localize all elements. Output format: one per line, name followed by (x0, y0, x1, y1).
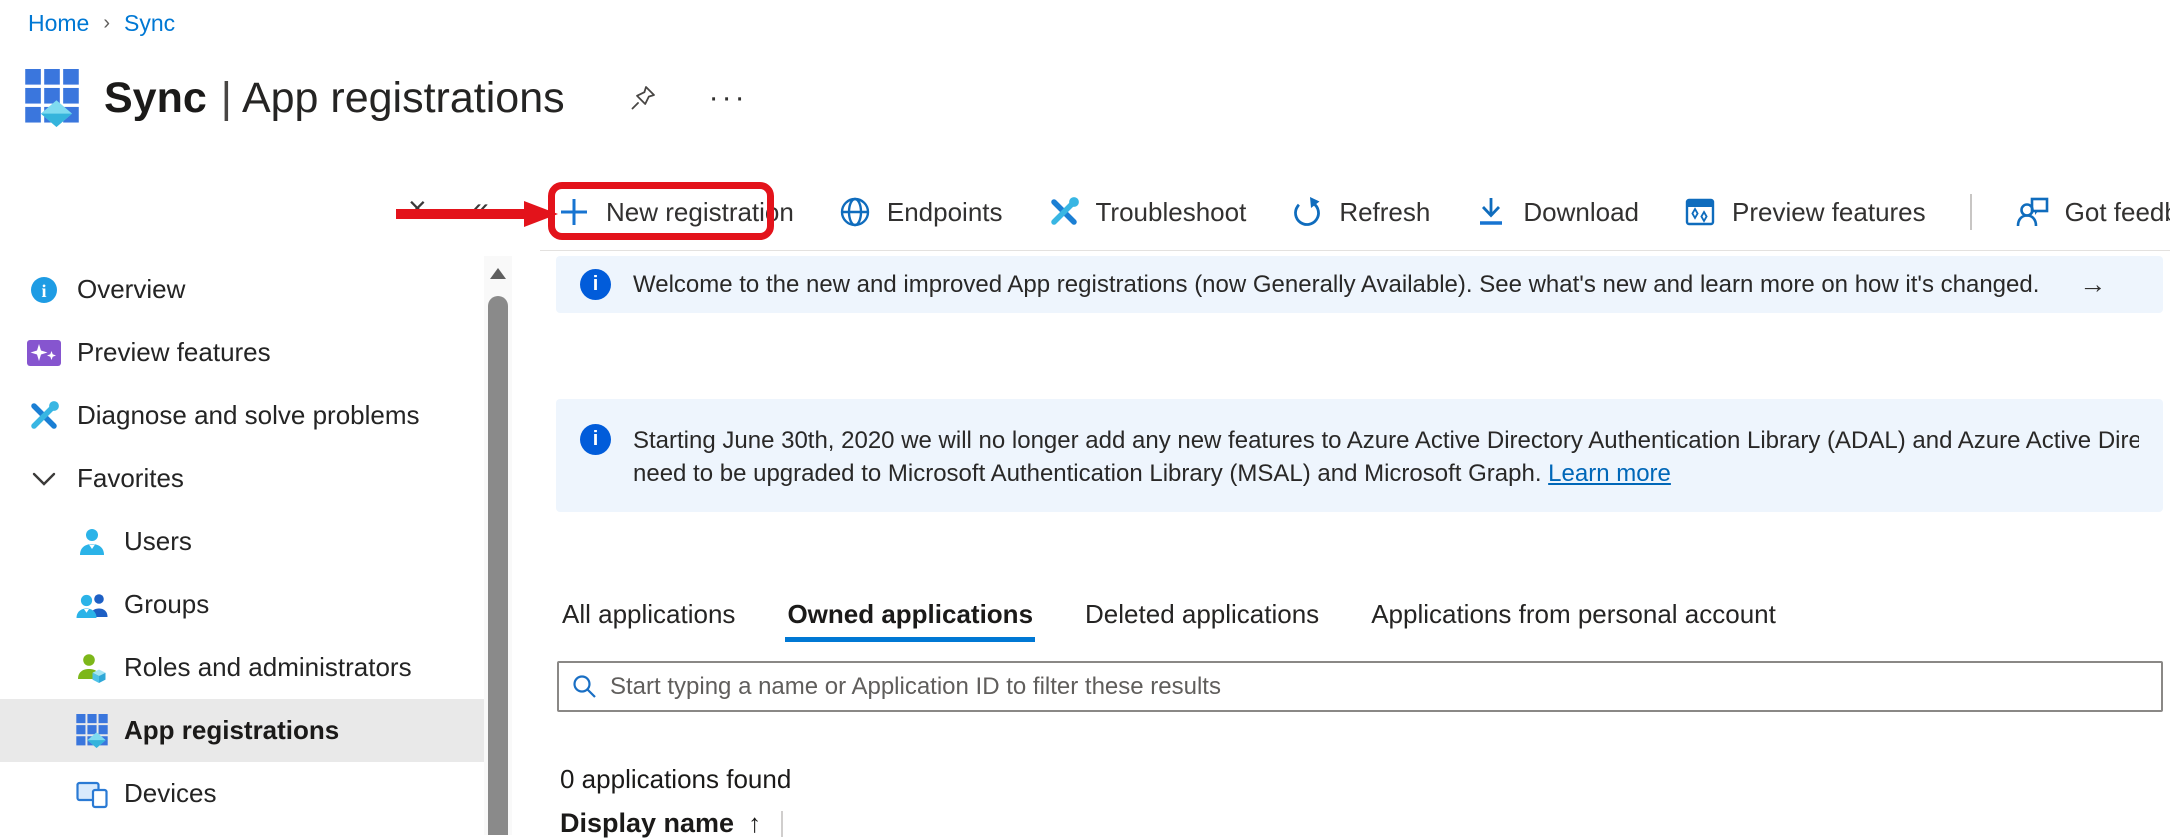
download-icon (1474, 196, 1508, 228)
adal-banner-line2: need to be upgraded to Microsoft Authent… (633, 460, 1541, 487)
globe-icon (838, 196, 872, 228)
sidebar-item-users[interactable]: Users (0, 510, 484, 573)
sidebar-item-label: Groups (124, 589, 209, 620)
welcome-banner-text: Welcome to the new and improved App regi… (633, 271, 2039, 299)
search-icon (571, 673, 598, 700)
sidebar-item-label: Users (124, 526, 192, 557)
got-feedback-label: Got feedback? (2065, 197, 2170, 228)
app-registrations-icon (76, 714, 108, 748)
sort-ascending-icon: ↑ (748, 808, 761, 839)
page-title: Sync |App registrations (104, 68, 565, 128)
sidebar-item-app-registrations[interactable]: App registrations (0, 699, 484, 762)
tools-icon (1047, 196, 1081, 228)
sidebar-item-label: Devices (124, 778, 216, 809)
chevron-down-icon (27, 465, 61, 493)
page-title-section: App registrations (242, 74, 565, 122)
sidebar-item-groups[interactable]: Groups (0, 573, 484, 636)
preview-features-label: Preview features (1732, 197, 1926, 228)
devices-icon (76, 778, 108, 810)
results-count: 0 applications found (560, 764, 791, 795)
download-button[interactable]: Download (1474, 196, 1639, 228)
applications-tabs: All applications Owned applications Dele… (560, 586, 1778, 642)
welcome-banner: i Welcome to the new and improved App re… (556, 256, 2163, 313)
sidebar-item-diagnose[interactable]: Diagnose and solve problems (0, 384, 484, 447)
scroll-up-icon[interactable] (490, 268, 506, 279)
page-title-separator: | (221, 74, 232, 122)
column-divider (781, 811, 783, 837)
adal-banner: i Starting June 30th, 2020 we will no lo… (556, 399, 2163, 512)
sidebar-item-label: Preview features (77, 337, 271, 368)
adal-banner-line1: Starting June 30th, 2020 we will no long… (633, 427, 2139, 454)
download-label: Download (1523, 197, 1639, 228)
refresh-label: Refresh (1339, 197, 1430, 228)
info-icon: i (580, 424, 611, 455)
arrow-right-icon[interactable]: → (2079, 269, 2106, 300)
svg-text:i: i (41, 281, 46, 301)
search-input[interactable] (610, 673, 2149, 701)
page-title-directory: Sync (104, 74, 207, 122)
preview-features-icon (1683, 196, 1717, 228)
info-icon: i (580, 269, 611, 300)
sidebar-item-label: Roles and administrators (124, 652, 412, 683)
filter-search-box (557, 661, 2163, 712)
display-name-column-header[interactable]: Display name ↑ (560, 808, 783, 839)
sidebar-item-devices[interactable]: Devices (0, 762, 484, 825)
preview-features-button[interactable]: Preview features (1683, 196, 1926, 228)
tab-applications-personal-account[interactable]: Applications from personal account (1369, 586, 1778, 642)
tenant-grid-icon (24, 69, 80, 127)
tab-all-applications[interactable]: All applications (560, 586, 737, 642)
sidebar-item-label: Favorites (77, 463, 184, 494)
display-name-label: Display name (560, 808, 734, 839)
sidebar-item-label: Overview (77, 274, 185, 305)
more-options-button[interactable]: ··· (709, 88, 748, 108)
tools-icon (27, 400, 61, 432)
users-group-icon (76, 590, 108, 620)
annotation-arrow (394, 198, 560, 230)
refresh-icon (1290, 196, 1324, 228)
breadcrumb-separator-icon: › (103, 12, 110, 35)
role-person-cube-icon (76, 652, 108, 684)
troubleshoot-button[interactable]: Troubleshoot (1047, 196, 1247, 228)
sidebar-item-roles-administrators[interactable]: Roles and administrators (0, 636, 484, 699)
new-registration-button[interactable]: New registration (557, 197, 794, 228)
got-feedback-button[interactable]: Got feedback? (2016, 195, 2170, 229)
breadcrumb-current-link[interactable]: Sync (124, 10, 175, 37)
sidebar-group-favorites[interactable]: Favorites (0, 447, 484, 510)
sidebar: i Overview Preview features Diagnose and… (0, 258, 484, 825)
troubleshoot-label: Troubleshoot (1096, 197, 1247, 228)
endpoints-label: Endpoints (887, 197, 1003, 228)
tab-deleted-applications[interactable]: Deleted applications (1083, 586, 1321, 642)
sidebar-item-label: Diagnose and solve problems (77, 400, 420, 431)
tab-owned-applications[interactable]: Owned applications (785, 586, 1035, 642)
sidebar-item-preview-features[interactable]: Preview features (0, 321, 484, 384)
feedback-icon (2016, 195, 2050, 229)
sidebar-item-label: App registrations (124, 715, 339, 746)
new-registration-label: New registration (606, 197, 794, 228)
endpoints-button[interactable]: Endpoints (838, 196, 1003, 228)
toolbar-divider (1970, 194, 1972, 230)
user-icon (76, 527, 108, 557)
pin-icon[interactable] (629, 84, 657, 112)
plus-icon (557, 197, 591, 227)
breadcrumb: Home › Sync (28, 10, 175, 37)
learn-more-link[interactable]: Learn more (1548, 460, 1671, 487)
breadcrumb-home-link[interactable]: Home (28, 10, 89, 37)
sparkles-icon (27, 339, 61, 367)
info-circle-icon: i (27, 274, 61, 306)
sidebar-scrollbar[interactable] (484, 256, 512, 835)
toolbar-rule (540, 250, 2170, 251)
scrollbar-thumb[interactable] (488, 296, 508, 835)
refresh-button[interactable]: Refresh (1290, 196, 1430, 228)
sidebar-item-overview[interactable]: i Overview (0, 258, 484, 321)
page-header: Sync |App registrations ··· (24, 68, 748, 128)
command-bar: New registration Endpoints Troubleshoot … (557, 184, 2170, 240)
